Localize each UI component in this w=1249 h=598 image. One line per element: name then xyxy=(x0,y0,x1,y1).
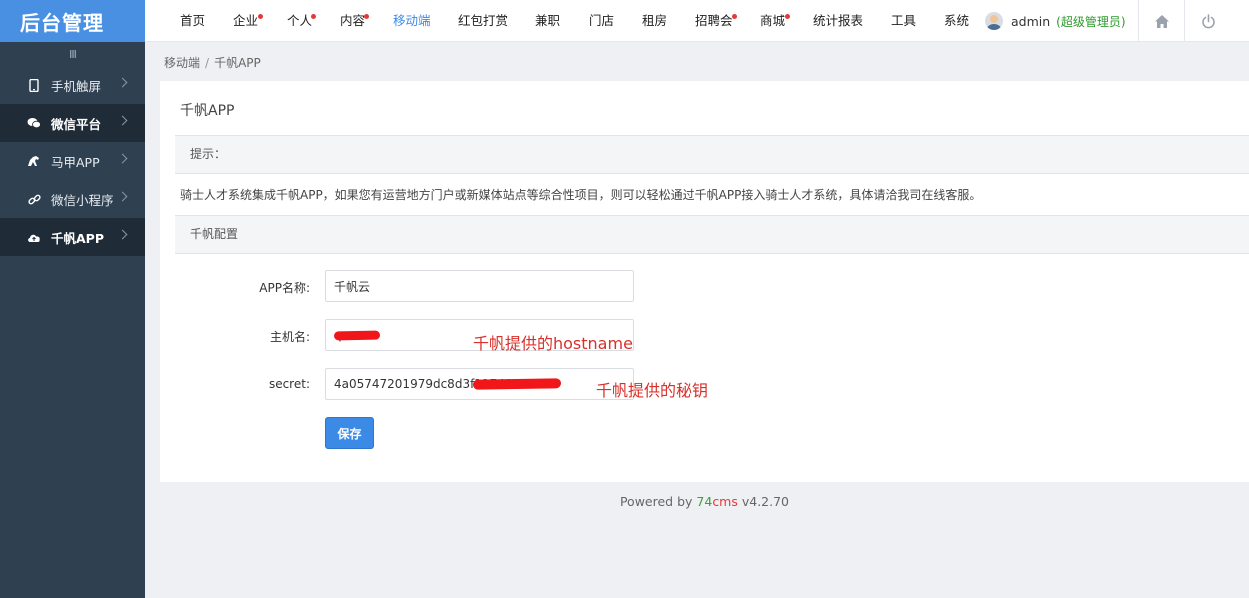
nav-parttime[interactable]: 兼职 xyxy=(535,0,560,42)
main-panel: 千帆APP 提示： 骑士人才系统集成千帆APP，如果您有运营地方门户或新媒体站点… xyxy=(160,81,1249,482)
notification-dot xyxy=(732,14,737,19)
sidebar-item-wechat-miniprogram[interactable]: 微信小程序 xyxy=(0,180,145,218)
sidebar-item-qianfan-app[interactable]: 千帆APP xyxy=(0,218,145,256)
footer-brand-cms[interactable]: cms xyxy=(712,494,738,509)
sidebar-item-mobile-touch[interactable]: 手机触屏 xyxy=(0,66,145,104)
nav-job-fair[interactable]: 招聘会 xyxy=(695,0,733,42)
nav-rental[interactable]: 租房 xyxy=(642,0,667,42)
chevron-right-icon xyxy=(117,115,128,126)
breadcrumb-current: 千帆APP xyxy=(214,56,261,70)
app-logo[interactable]: 后台管理 xyxy=(0,0,145,42)
sidebar-item-label: 手机触屏 xyxy=(51,78,102,94)
tip-header: 提示： xyxy=(175,135,1249,174)
sidebar-item-label: 千帆APP xyxy=(51,230,104,246)
hostname-label: 主机名: xyxy=(269,330,310,344)
app-name-input[interactable] xyxy=(325,270,634,302)
nav-tools[interactable]: 工具 xyxy=(891,0,916,42)
sidebar-collapse-toggle[interactable]: III xyxy=(0,42,145,66)
link-icon xyxy=(27,192,41,206)
nav-red-packet[interactable]: 红包打赏 xyxy=(458,0,508,42)
cloud-icon xyxy=(27,230,41,244)
config-header: 千帆配置 xyxy=(175,215,1249,254)
chevron-right-icon xyxy=(117,229,128,240)
sidebar-item-label: 微信小程序 xyxy=(51,192,114,208)
sidebar-item-wechat-platform[interactable]: 微信平台 xyxy=(0,104,145,142)
chevron-right-icon xyxy=(117,191,128,202)
notification-dot xyxy=(258,14,263,19)
divider xyxy=(1138,0,1139,42)
top-navigation: 首页 企业 个人 内容 移动端 红包打赏 兼职 门店 租房 招聘会 商城 统计报… xyxy=(145,0,1249,42)
user-name: admin xyxy=(1011,13,1051,29)
user-role: (超级管理员) xyxy=(1056,14,1126,29)
nav-reports[interactable]: 统计报表 xyxy=(813,0,863,42)
mobile-icon xyxy=(27,78,41,92)
secret-label: secret: xyxy=(268,377,310,391)
breadcrumb: 移动端 / 千帆APP xyxy=(164,54,261,71)
breadcrumb-separator: / xyxy=(205,56,210,70)
power-icon[interactable] xyxy=(1198,11,1218,31)
redaction-mark xyxy=(333,330,381,341)
notification-dot xyxy=(364,14,369,19)
sidebar-item-label: 微信平台 xyxy=(51,116,102,132)
footer-prefix: Powered by xyxy=(619,494,697,509)
sidebar-item-label: 马甲APP xyxy=(51,154,100,170)
avatar xyxy=(985,12,1003,30)
footer-version: v4.2.70 xyxy=(737,494,790,509)
sidebar: 后台管理 III 手机触屏 微信平台 马甲APP 微信小程序 千帆APP xyxy=(0,0,145,598)
breadcrumb-parent[interactable]: 移动端 xyxy=(164,56,200,70)
app-name-label: APP名称: xyxy=(259,281,310,295)
nav-mobile[interactable]: 移动端 xyxy=(393,0,431,42)
notification-dot xyxy=(311,14,316,19)
save-button[interactable]: 保存 xyxy=(325,417,374,449)
nav-system[interactable]: 系统 xyxy=(944,0,969,42)
horse-icon xyxy=(27,154,41,168)
redaction-mark xyxy=(472,378,562,390)
nav-enterprise[interactable]: 企业 xyxy=(233,0,258,42)
chevron-right-icon xyxy=(117,77,128,88)
home-icon[interactable] xyxy=(1152,11,1172,31)
divider xyxy=(1184,0,1185,42)
nav-personal[interactable]: 个人 xyxy=(287,0,312,42)
nav-stores[interactable]: 门店 xyxy=(589,0,614,42)
wechat-icon xyxy=(27,116,41,130)
sidebar-item-majia-app[interactable]: 马甲APP xyxy=(0,142,145,180)
page-title: 千帆APP xyxy=(180,103,235,119)
secret-annotation: 千帆提供的秘钥 xyxy=(596,381,709,400)
hostname-annotation: 千帆提供的hostname xyxy=(473,334,633,353)
nav-content[interactable]: 内容 xyxy=(340,0,365,42)
user-menu[interactable]: admin (超级管理员) xyxy=(985,0,1126,42)
chevron-right-icon xyxy=(117,153,128,164)
nav-home[interactable]: 首页 xyxy=(180,0,205,42)
footer-brand-74[interactable]: 74 xyxy=(696,494,712,509)
tip-text: 骑士人才系统集成千帆APP，如果您有运营地方门户或新媒体站点等综合性项目，则可以… xyxy=(180,188,982,202)
notification-dot xyxy=(785,14,790,19)
footer: Powered by 74cms v4.2.70 xyxy=(160,494,1249,509)
nav-mall[interactable]: 商城 xyxy=(760,0,785,42)
